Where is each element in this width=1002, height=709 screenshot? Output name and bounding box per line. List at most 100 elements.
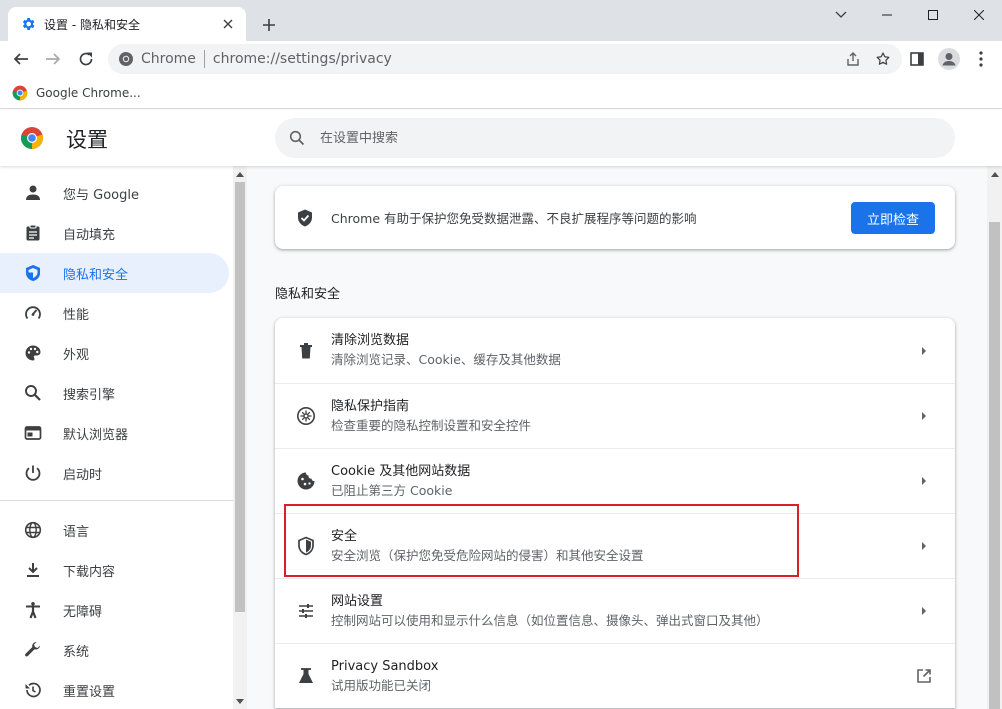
row-title: 隐私保护指南 [331, 398, 410, 414]
maximize-icon[interactable] [910, 0, 956, 30]
check-now-button[interactable]: 立即检查 [851, 202, 935, 234]
highlight-box [284, 504, 799, 577]
menu-icon[interactable] [967, 45, 995, 73]
url-text[interactable]: chrome://settings/privacy [213, 51, 838, 67]
arrow-right-icon [909, 466, 939, 496]
search-input[interactable] [320, 130, 955, 146]
row-title: 网站设置 [331, 593, 384, 609]
flask-icon [295, 665, 317, 687]
cookie-icon [295, 470, 317, 492]
scroll-down-arrow[interactable] [236, 699, 244, 704]
shield-check-icon [295, 208, 315, 228]
palette-icon [22, 342, 44, 364]
scroll-up-arrow[interactable] [236, 172, 244, 177]
section-title: 隐私和安全 [275, 287, 341, 302]
trash-icon [295, 340, 317, 362]
sidebar-item-default-browser[interactable]: 默认浏览器 [0, 413, 229, 453]
person-icon [22, 182, 44, 204]
gear-icon [20, 16, 36, 32]
history-icon [22, 679, 44, 701]
accessibility-icon [22, 599, 44, 621]
sidebar-item-search-engine[interactable]: 搜索引擎 [0, 373, 229, 413]
toolbar: Chrome chrome://settings/privacy [0, 41, 1002, 77]
arrow-right-icon [909, 401, 939, 431]
tab-strip: 设置 - 隐私和安全 [0, 0, 1002, 41]
profile-avatar[interactable] [935, 45, 963, 73]
sidebar-item-autofill[interactable]: 自动填充 [0, 213, 229, 253]
sidebar-item-downloads[interactable]: 下载内容 [0, 550, 229, 590]
sidebar-item-you-and-google[interactable]: 您与 Google [0, 173, 229, 213]
tab-title: 设置 - 隐私和安全 [44, 17, 140, 32]
chrome-logo-icon [12, 85, 28, 101]
chrome-logo-icon [21, 127, 43, 149]
browser-icon [22, 422, 44, 444]
wrench-icon [22, 639, 44, 661]
settings-header: 设置 [0, 110, 1002, 166]
shield-icon [22, 262, 44, 284]
download-icon [22, 559, 44, 581]
side-panel-icon[interactable] [903, 45, 931, 73]
omnibox-separator [203, 50, 205, 68]
clipboard-icon [22, 222, 44, 244]
close-window-icon[interactable] [956, 0, 1002, 30]
tab-settings[interactable]: 设置 - 隐私和安全 [8, 7, 246, 41]
sidebar-scroll-thumb[interactable] [235, 182, 245, 612]
chrome-icon [118, 51, 134, 67]
main-scroll-thumb[interactable] [989, 222, 1000, 709]
reload-button[interactable] [72, 45, 100, 73]
globe-icon [22, 519, 44, 541]
row-title: 清除浏览数据 [331, 333, 410, 348]
new-tab-button[interactable] [258, 14, 280, 36]
back-button[interactable] [7, 45, 35, 73]
star-icon[interactable] [868, 44, 898, 74]
row-subtitle: 清除浏览记录、Cookie、缓存及其他数据 [331, 352, 561, 367]
settings-main: Chrome 有助于保护您免受数据泄露、不良扩展程序等问题的影响 立即检查 隐私… [247, 166, 987, 709]
site-name: Chrome [141, 51, 196, 67]
bookmark-label: Google Chrome... [36, 86, 141, 100]
bookmarks-bar: Google Chrome... [0, 77, 1002, 109]
sidebar-item-on-startup[interactable]: 启动时 [0, 453, 229, 493]
minimize-icon[interactable] [864, 0, 910, 30]
safety-check-card: Chrome 有助于保护您免受数据泄露、不良扩展程序等问题的影响 立即检查 [275, 186, 955, 249]
share-icon[interactable] [838, 44, 868, 74]
arrow-right-icon [909, 531, 939, 561]
tab-search-icon[interactable] [818, 0, 864, 30]
row-subtitle: 检查重要的隐私控制设置和安全控件 [331, 417, 532, 433]
row-subtitle: 试用版功能已关闭 [331, 677, 432, 693]
sidebar-item-reset-settings[interactable]: 重置设置 [0, 670, 229, 709]
row-site-settings[interactable]: 网站设置 控制网站可以使用和显示什么信息（如位置信息、摄像头、弹出式窗口及其他） [275, 578, 955, 643]
power-icon [22, 462, 44, 484]
sidebar-item-accessibility[interactable]: 无障碍 [0, 590, 229, 630]
arrow-right-icon [909, 336, 939, 366]
row-clear-browsing-data[interactable]: 清除浏览数据 清除浏览记录、Cookie、缓存及其他数据 [275, 318, 955, 383]
search-icon [287, 128, 307, 148]
row-title: Privacy Sandbox [331, 658, 439, 674]
sidebar-divider [0, 500, 233, 501]
row-subtitle: 控制网站可以使用和显示什么信息（如位置信息、摄像头、弹出式窗口及其他） [331, 612, 769, 628]
bookmark-google-chrome[interactable]: Google Chrome... [12, 82, 141, 104]
settings-search[interactable] [275, 118, 955, 158]
sidebar-scrollbar[interactable] [233, 166, 247, 709]
scroll-up-arrow[interactable] [991, 172, 999, 177]
row-subtitle: 已阻止第三方 Cookie [331, 482, 453, 498]
search-icon [22, 382, 44, 404]
row-title: Cookie 及其他网站数据 [331, 463, 471, 479]
row-privacy-guide[interactable]: 隐私保护指南 检查重要的隐私控制设置和安全控件 [275, 383, 955, 448]
sidebar-item-system[interactable]: 系统 [0, 630, 229, 670]
sliders-icon [295, 600, 317, 622]
arrow-right-icon [909, 596, 939, 626]
address-bar[interactable]: Chrome chrome://settings/privacy [108, 44, 902, 74]
external-link-icon[interactable] [909, 661, 939, 691]
sidebar-item-appearance[interactable]: 外观 [0, 333, 229, 373]
close-tab-icon[interactable] [220, 16, 236, 32]
sidebar-item-languages[interactable]: 语言 [0, 510, 229, 550]
sidebar-item-privacy[interactable]: 隐私和安全 [0, 253, 229, 293]
speedometer-icon [22, 302, 44, 324]
main-scrollbar[interactable] [987, 166, 1002, 709]
compass-icon [295, 405, 317, 427]
forward-button[interactable] [39, 45, 67, 73]
row-privacy-sandbox[interactable]: Privacy Sandbox 试用版功能已关闭 [275, 643, 955, 708]
page-title: 设置 [66, 128, 108, 152]
sidebar: 您与 Google 自动填充 隐私和安全 性能 外观 搜索引擎 默认浏览器 启动… [0, 166, 233, 709]
sidebar-item-performance[interactable]: 性能 [0, 293, 229, 333]
